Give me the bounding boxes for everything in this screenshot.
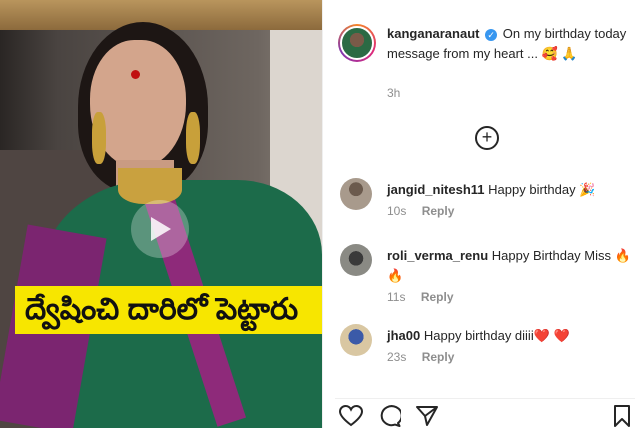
bindi: [131, 70, 140, 79]
avatar[interactable]: [338, 24, 376, 62]
verified-badge-icon: ✓: [485, 28, 498, 41]
avatar[interactable]: [340, 178, 372, 210]
comment-username[interactable]: jha00: [387, 328, 420, 343]
comment-time: 10s: [387, 204, 407, 218]
avatar[interactable]: [340, 244, 372, 276]
avatar[interactable]: [340, 324, 372, 356]
earring-right: [186, 112, 200, 164]
play-button[interactable]: [131, 200, 189, 258]
post-media[interactable]: ద్వేషించి దారిలో పెట్టారు: [0, 0, 322, 428]
reply-button[interactable]: Reply: [422, 350, 455, 364]
share-icon[interactable]: [415, 405, 439, 427]
earring-left: [92, 112, 106, 164]
plus-circle-icon[interactable]: +: [475, 126, 499, 150]
heart-icon[interactable]: [339, 405, 363, 427]
comment-text: Happy birthday diiii❤️ ❤️: [423, 328, 570, 343]
post-username[interactable]: kanganaranaut: [387, 26, 479, 41]
reply-button[interactable]: Reply: [422, 204, 455, 218]
comments-panel: kanganaranaut ✓ On my birthday today mes…: [322, 0, 640, 428]
comment-text: Happy birthday 🎉: [488, 182, 596, 197]
play-icon: [151, 217, 171, 241]
comment-time: 23s: [387, 350, 407, 364]
comment-username[interactable]: roli_verma_renu: [387, 248, 488, 263]
comment-username[interactable]: jangid_nitesh11: [387, 182, 485, 197]
caption-overlay: ద్వేషించి దారిలో పెట్టారు: [15, 286, 322, 334]
comment-icon[interactable]: [377, 405, 401, 427]
reply-button[interactable]: Reply: [421, 290, 454, 304]
necklace: [118, 168, 182, 204]
bookmark-icon[interactable]: [613, 405, 631, 427]
action-bar: [335, 398, 635, 428]
comment-time: 11s: [387, 290, 406, 304]
post-timestamp: 3h: [387, 86, 401, 100]
